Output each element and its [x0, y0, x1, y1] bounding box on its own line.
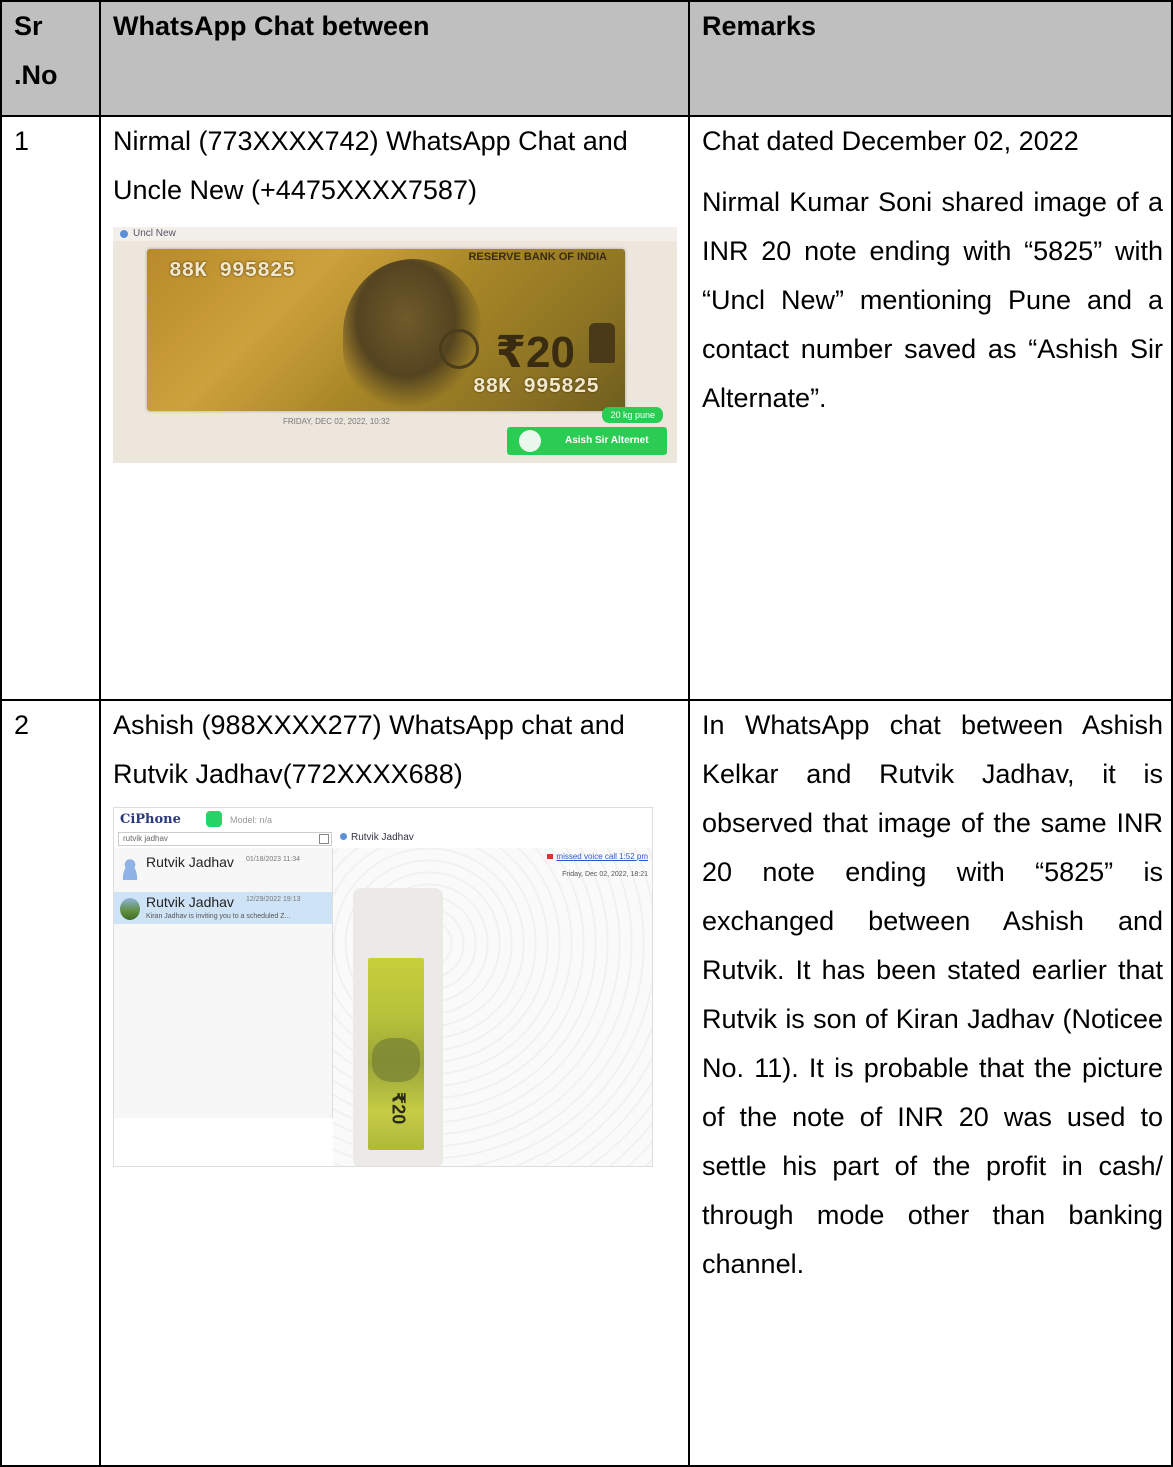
portrait-graphic	[372, 1038, 420, 1082]
list-item: Rutvik Jadhav 01/18/2023 11:34	[114, 852, 332, 884]
denomination: ₹20	[495, 328, 575, 377]
missed-call-notice: missed voice call 1:52 pm	[547, 852, 648, 862]
whatsapp-icon	[206, 811, 222, 827]
chat-header-name: Rutvik Jadhav	[351, 832, 414, 843]
serial-number-top: 88K 995825	[169, 260, 296, 283]
bank-name: RESERVE BANK OF INDIA	[468, 251, 607, 263]
contact-card-label: Asish Sir Alternet	[565, 435, 649, 446]
device-model: Model: n/a	[230, 815, 273, 825]
table-header-row: Sr .No WhatsApp Chat between Remarks	[0, 0, 1173, 117]
remark-text: In WhatsApp chat between Ashish Kelkar a…	[702, 710, 1163, 1279]
missed-call-icon	[547, 854, 554, 859]
header-sr-no: Sr .No	[0, 0, 101, 117]
chat-screenshot-1: Uncl New 88K 995825 RESERVE BANK OF INDI…	[113, 227, 677, 463]
row-chat-title: Ashish (988XXXX277) WhatsApp chat and Ru…	[113, 710, 625, 789]
search-input: rutvik jadhav	[118, 832, 332, 846]
row-sr-no: 1	[0, 115, 101, 701]
chat-screenshot-2: CiPhone Model: n/a rutvik jadhav Rutvik …	[113, 807, 653, 1167]
contact-name: Rutvik Jadhav	[146, 854, 234, 870]
remark-date: Chat dated December 02, 2022	[702, 126, 1079, 156]
contact-card: Asish Sir Alternet	[507, 427, 667, 455]
whatsapp-evidence-table: Sr .No WhatsApp Chat between Remarks 1 N…	[0, 0, 1173, 1467]
avatar	[120, 898, 140, 920]
denomination: ₹20	[388, 1091, 409, 1125]
contact-icon	[120, 230, 128, 238]
contact-date: 01/18/2023 11:34	[246, 856, 300, 863]
missed-call-text: missed voice call 1:52 pm	[556, 852, 648, 861]
chat-header: Uncl New	[113, 227, 677, 241]
list-item: Rutvik Jadhav 12/29/2022 19:13 Kiran Jad…	[114, 892, 332, 924]
chat-header: Rutvik Jadhav	[340, 832, 414, 844]
table-row: 2 Ashish (988XXXX277) WhatsApp chat and …	[0, 699, 1173, 1467]
contact-list: Rutvik Jadhav 01/18/2023 11:34 Rutvik Ja…	[114, 848, 333, 1118]
emblem-icon	[589, 323, 615, 363]
contact-name: Rutvik Jadhav	[146, 894, 234, 910]
avatar	[120, 858, 140, 880]
message-preview: Kiran Jadhav is inviting you to a schedu…	[146, 913, 291, 920]
message-timestamp: FRIDAY, DEC 02, 2022, 10:32	[283, 417, 390, 426]
row-remarks-cell: Chat dated December 02, 2022 Nirmal Kuma…	[688, 115, 1173, 701]
header-remarks: Remarks	[688, 0, 1173, 117]
row-chat-title: Nirmal (773XXXX742) WhatsApp Chat and Un…	[113, 126, 628, 205]
app-title: CiPhone	[120, 812, 181, 827]
contact-date: 12/29/2022 19:13	[246, 896, 301, 903]
row-sr-no: 2	[0, 699, 101, 1467]
seal-icon	[439, 329, 479, 369]
day-stamp: Friday, Dec 02, 2022, 18:21	[562, 871, 648, 878]
serial-number-bottom: 88K 995825	[472, 376, 599, 399]
row-remarks-cell: In WhatsApp chat between Ashish Kelkar a…	[688, 699, 1173, 1467]
banknote-image: 88K 995825 RESERVE BANK OF INDIA ₹20 88K…	[147, 249, 625, 411]
table-row: 1 Nirmal (773XXXX742) WhatsApp Chat and …	[0, 115, 1173, 701]
search-icon	[319, 834, 329, 844]
contact-name: Uncl New	[133, 228, 176, 239]
header-chat-between: WhatsApp Chat between	[99, 0, 690, 117]
remark-text: Nirmal Kumar Soni shared image of a INR …	[702, 187, 1163, 413]
row-chat-cell: Nirmal (773XXXX742) WhatsApp Chat and Un…	[99, 115, 690, 701]
contact-icon	[340, 833, 347, 840]
person-icon	[519, 430, 541, 452]
row-chat-cell: Ashish (988XXXX277) WhatsApp chat and Ru…	[99, 699, 690, 1467]
banknote-image: ₹20	[368, 958, 424, 1150]
search-text: rutvik jadhav	[123, 834, 168, 843]
message-bubble: 20 kg pune	[602, 407, 663, 423]
